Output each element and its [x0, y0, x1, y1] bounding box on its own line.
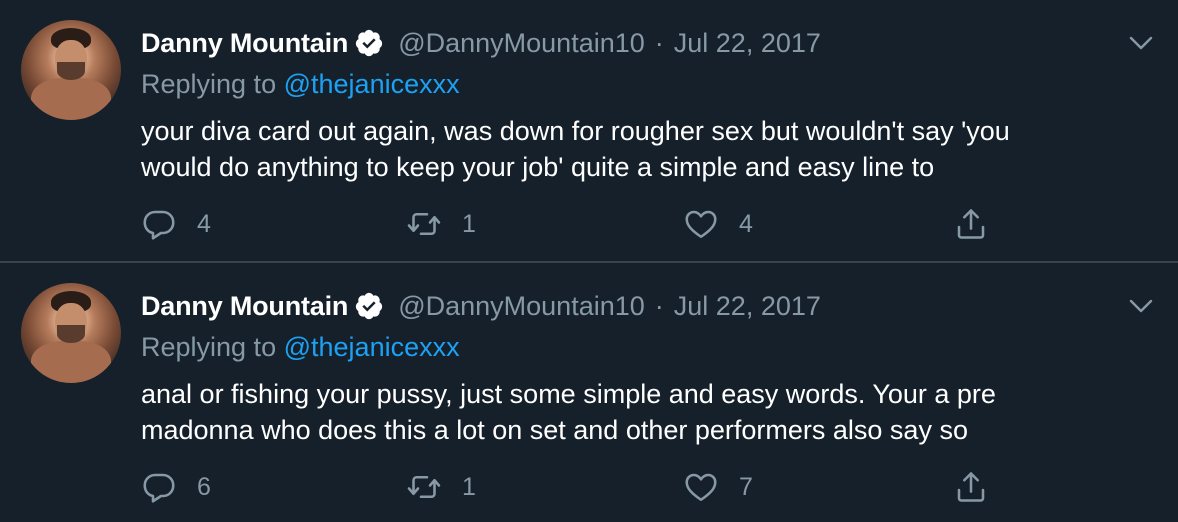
- retweet-count: 1: [462, 209, 476, 238]
- retweet-button[interactable]: 1: [406, 468, 476, 506]
- reply-button[interactable]: 6: [141, 468, 211, 506]
- share-icon: [957, 472, 985, 502]
- avatar-beard: [57, 325, 85, 343]
- author-handle[interactable]: @DannyMountain10: [398, 28, 645, 59]
- like-button[interactable]: 4: [683, 205, 753, 243]
- retweet-icon: [407, 475, 441, 499]
- like-count: 4: [739, 209, 753, 238]
- heart-icon: [685, 473, 717, 502]
- replying-to: Replying to @thejanicexxx: [141, 332, 460, 363]
- avatar-torso: [31, 341, 111, 383]
- like-count: 7: [739, 472, 753, 501]
- share-button[interactable]: [953, 205, 989, 243]
- verified-badge-icon: [356, 29, 383, 57]
- mention-link[interactable]: @thejanicexxx: [284, 332, 460, 362]
- reply-count: 6: [197, 472, 211, 501]
- tweet-actions: 4 1 4: [141, 205, 1001, 243]
- retweet-icon: [407, 212, 441, 236]
- tweet-header: Danny Mountain @DannyMountain10 · Jul 22…: [141, 26, 821, 60]
- avatar-torso: [31, 78, 111, 120]
- heart-icon: [685, 210, 717, 239]
- retweet-button[interactable]: 1: [406, 205, 476, 243]
- reply-icon: [143, 473, 175, 503]
- tweet-text-line: would do anything to keep your job' quit…: [141, 152, 935, 182]
- verified-badge-icon: [356, 292, 383, 320]
- tweet-text: your diva card out again, was down for r…: [141, 113, 1151, 185]
- tweet-actions: 6 1 7: [141, 468, 1001, 506]
- separator-dot: ·: [654, 290, 664, 321]
- separator-dot: ·: [654, 27, 664, 58]
- share-icon: [957, 209, 985, 239]
- tweet-date[interactable]: Jul 22, 2017: [674, 28, 821, 59]
- reply-count: 4: [197, 209, 211, 238]
- chevron-down-icon[interactable]: [1126, 32, 1156, 54]
- tweet-text: anal or fishing your pussy, just some si…: [141, 376, 1151, 448]
- replying-to: Replying to @thejanicexxx: [141, 69, 460, 100]
- mention-link[interactable]: @thejanicexxx: [284, 69, 460, 99]
- tweet-header: Danny Mountain @DannyMountain10 · Jul 22…: [141, 289, 821, 323]
- avatar[interactable]: [21, 283, 121, 383]
- replying-prefix: Replying to: [141, 69, 277, 99]
- timeline: Danny Mountain @DannyMountain10 · Jul 22…: [0, 0, 1178, 522]
- reply-button[interactable]: 4: [141, 205, 211, 243]
- tweet[interactable]: Danny Mountain @DannyMountain10 · Jul 22…: [0, 0, 1178, 263]
- author-handle[interactable]: @DannyMountain10: [398, 291, 645, 322]
- tweet-text-line: madonna who does this a lot on set and o…: [141, 415, 968, 445]
- avatar-beard: [57, 62, 85, 80]
- reply-icon: [143, 210, 175, 240]
- tweet-text-line: anal or fishing your pussy, just some si…: [141, 379, 996, 409]
- replying-prefix: Replying to: [141, 332, 277, 362]
- tweet[interactable]: Danny Mountain @DannyMountain10 · Jul 22…: [0, 263, 1178, 522]
- tweet-text-line: your diva card out again, was down for r…: [141, 116, 1010, 146]
- tweet-date[interactable]: Jul 22, 2017: [674, 291, 821, 322]
- like-button[interactable]: 7: [683, 468, 753, 506]
- author-name[interactable]: Danny Mountain: [141, 291, 348, 322]
- retweet-count: 1: [462, 472, 476, 501]
- chevron-down-icon[interactable]: [1126, 295, 1156, 317]
- avatar[interactable]: [21, 20, 121, 120]
- share-button[interactable]: [953, 468, 989, 506]
- author-name[interactable]: Danny Mountain: [141, 28, 348, 59]
